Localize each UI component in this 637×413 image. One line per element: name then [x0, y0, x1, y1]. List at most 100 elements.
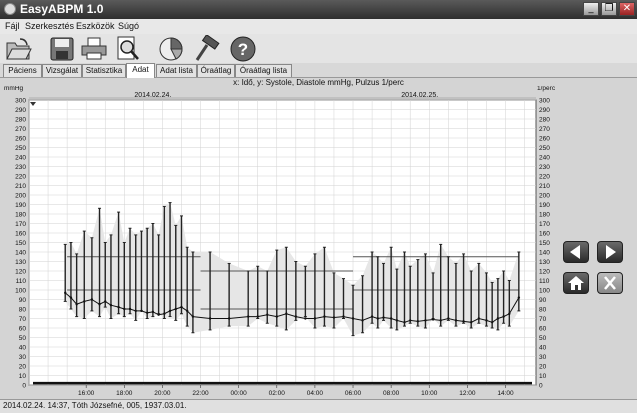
- pulse-point: [117, 305, 120, 309]
- app-icon: [4, 3, 16, 15]
- pulse-point: [332, 316, 336, 319]
- menu-edit[interactable]: Szerkesztés: [25, 21, 74, 31]
- y-tick-label-right: 50: [539, 335, 547, 342]
- hammer-icon[interactable]: [193, 35, 221, 62]
- pulse-point: [180, 305, 183, 309]
- y-tick-label-left: 100: [15, 288, 26, 295]
- x-tick-label: 14:00: [497, 390, 514, 397]
- y-axis-label-left: mmHg: [4, 86, 24, 92]
- y-tick-label-right: 210: [539, 183, 550, 190]
- pulse-point: [64, 291, 67, 295]
- y-tick-label-left: 230: [15, 164, 26, 171]
- menu-bar: Fájl Szerkesztés Eszközök Súgó: [0, 19, 637, 34]
- y-tick-label-left: 160: [15, 231, 26, 238]
- y-tick-label-left: 40: [19, 345, 27, 352]
- tab-hour-average[interactable]: Óraátlag: [197, 64, 235, 77]
- menu-tools[interactable]: Eszközök: [76, 21, 115, 31]
- status-text: 2014.02.24. 14:37, Tóth Józsefné, 005, 1…: [3, 401, 187, 410]
- tab-data[interactable]: Adat: [126, 63, 155, 78]
- y-tick-label-right: 280: [539, 117, 550, 124]
- x-tick-label: 12:00: [459, 390, 476, 397]
- y-tick-label-right: 80: [539, 307, 547, 314]
- tab-data-list[interactable]: Adat lista: [156, 64, 197, 77]
- y-tick-label-left: 80: [19, 307, 27, 314]
- pulse-point: [370, 315, 374, 318]
- y-tick-label-right: 20: [539, 364, 547, 371]
- pulse-point: [382, 316, 385, 319]
- y-tick-label-right: 300: [539, 98, 550, 105]
- save-disk-icon[interactable]: [48, 35, 76, 62]
- next-arrow-icon: [606, 245, 616, 259]
- pulse-point: [256, 315, 259, 318]
- pulse-point: [128, 307, 132, 311]
- pulse-point: [395, 319, 399, 322]
- chart-area: 0 0 10 10 20 20 30 30 40 40 50 50 60 60 70 70 80 80 90 90 10…: [0, 85, 560, 398]
- y-tick-label-right: 220: [539, 174, 550, 181]
- pulse-point: [140, 309, 143, 313]
- menu-file[interactable]: Fájl: [5, 21, 20, 31]
- x-tick-label: 10:00: [421, 390, 438, 397]
- pulse-point: [185, 309, 189, 313]
- pulse-point: [69, 296, 73, 299]
- x-tick-label: 02:00: [269, 390, 286, 397]
- y-tick-label-left: 130: [15, 259, 26, 266]
- pulse-point: [83, 300, 86, 303]
- close-chart-button[interactable]: [597, 272, 623, 294]
- y-tick-label-right: 160: [539, 231, 550, 238]
- pulse-point: [208, 317, 212, 320]
- pulse-point: [246, 315, 250, 318]
- y-tick-label-left: 180: [15, 212, 26, 219]
- y-tick-label-right: 90: [539, 297, 547, 304]
- x-tick-label: 00:00: [231, 390, 248, 397]
- y-tick-label-left: 120: [15, 269, 26, 276]
- menu-help[interactable]: Súgó: [118, 21, 139, 31]
- x-tick-label: 04:00: [307, 390, 324, 397]
- y-tick-label-left: 220: [15, 174, 26, 181]
- prev-button[interactable]: [563, 241, 589, 263]
- y-tick-label-right: 40: [539, 345, 547, 352]
- pulse-point: [485, 319, 488, 322]
- maximize-button[interactable]: ❐: [601, 2, 617, 16]
- pulse-point: [163, 312, 166, 315]
- tab-statistics[interactable]: Statisztika: [82, 64, 126, 77]
- next-button[interactable]: [597, 241, 623, 263]
- pulse-point: [313, 317, 317, 320]
- tab-patient[interactable]: Páciens: [3, 64, 42, 77]
- pulse-point: [508, 312, 511, 315]
- toolbar: ?: [0, 34, 637, 63]
- home-button[interactable]: [563, 272, 589, 294]
- tab-hour-average-list[interactable]: Óraátlag lista: [235, 64, 292, 77]
- printer-icon[interactable]: [80, 35, 108, 62]
- pulse-point: [416, 320, 420, 323]
- pulse-point: [123, 307, 126, 311]
- y-tick-label-left: 70: [19, 316, 27, 323]
- pulse-point: [266, 313, 269, 316]
- pulse-point: [168, 309, 172, 313]
- y-tick-label-right: 190: [539, 202, 550, 209]
- y-tick-label-right: 70: [539, 316, 547, 323]
- minimize-button[interactable]: _: [583, 2, 599, 16]
- y-tick-label-right: 60: [539, 326, 547, 333]
- pulse-point: [502, 315, 505, 318]
- y-tick-label-left: 210: [15, 183, 26, 190]
- pie-chart-icon[interactable]: [157, 35, 185, 62]
- close-button[interactable]: ✕: [619, 2, 635, 16]
- print-preview-icon[interactable]: [113, 35, 141, 62]
- help-icon[interactable]: ?: [229, 35, 257, 62]
- y-tick-label-left: 240: [15, 155, 26, 162]
- pulse-point: [517, 296, 521, 299]
- pulse-point: [145, 311, 149, 314]
- pulse-point: [275, 315, 278, 318]
- x-tick-label: 18:00: [116, 390, 133, 397]
- open-folder-icon[interactable]: [4, 35, 32, 62]
- pulse-point: [75, 303, 78, 306]
- y-tick-label-right: 250: [539, 145, 550, 152]
- y-tick-label-left: 250: [15, 145, 26, 152]
- y-tick-label-left: 30: [19, 354, 27, 361]
- pulse-point: [389, 317, 393, 320]
- y-tick-label-left: 60: [19, 326, 27, 333]
- y-tick-label-right: 270: [539, 126, 550, 133]
- y-tick-label-right: 140: [539, 250, 550, 257]
- tab-exam[interactable]: Vizsgálat: [42, 64, 82, 77]
- pulse-point: [90, 298, 94, 301]
